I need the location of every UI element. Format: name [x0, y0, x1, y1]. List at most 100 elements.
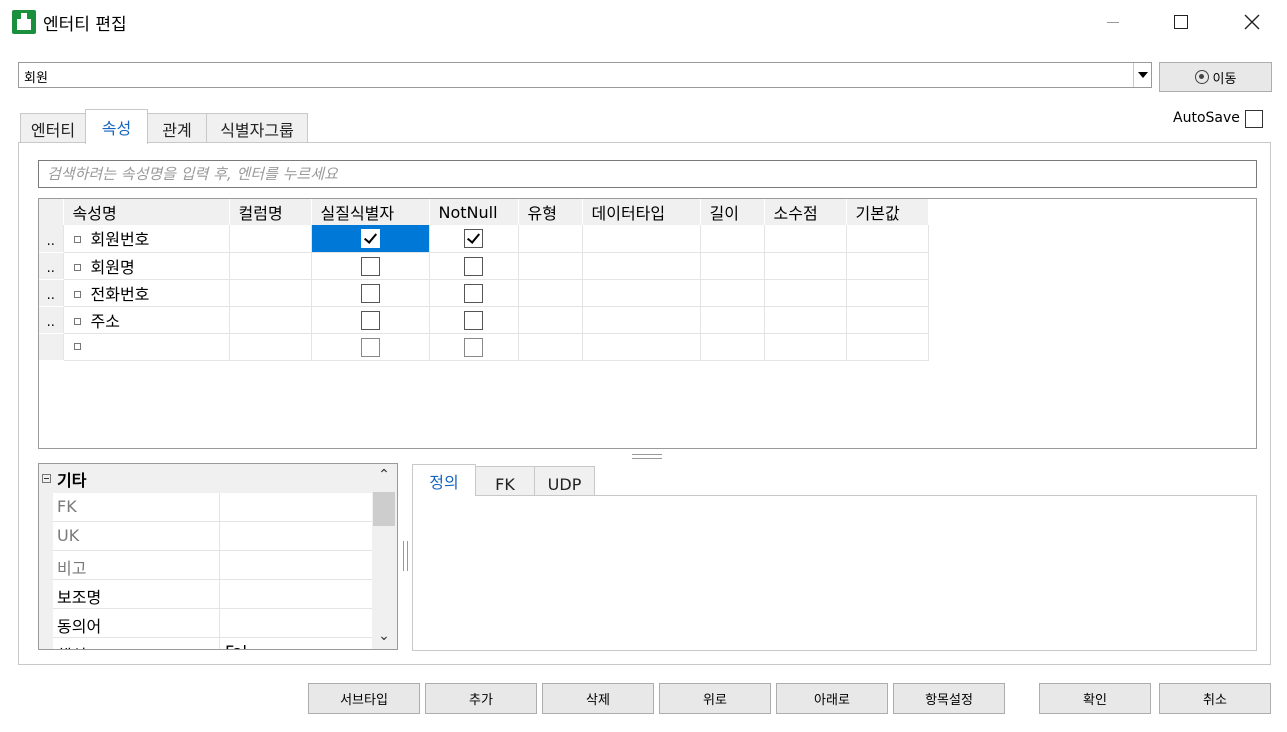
notnull-cell[interactable]: [429, 333, 519, 361]
tab-attributes[interactable]: 속성: [85, 109, 148, 144]
attribute-name-cell[interactable]: 회원명: [63, 252, 230, 280]
scroll-up-icon[interactable]: ⌃: [377, 468, 391, 482]
datatype-cell[interactable]: [582, 252, 701, 280]
search-input[interactable]: [39, 161, 1256, 187]
goto-button[interactable]: 이동: [1159, 62, 1272, 92]
maximize-button[interactable]: [1161, 6, 1201, 38]
default-cell[interactable]: [846, 252, 929, 280]
expand-icon[interactable]: [73, 290, 81, 298]
notnull-checkbox[interactable]: [464, 337, 483, 357]
type-cell[interactable]: [518, 333, 583, 361]
property-row[interactable]: 보조명: [53, 580, 373, 609]
identifier-checkbox[interactable]: [360, 283, 380, 303]
property-row[interactable]: FK: [53, 493, 373, 522]
move-up-button[interactable]: 위로: [659, 683, 771, 714]
scroll-down-icon[interactable]: ⌄: [377, 629, 391, 643]
autosave-checkbox[interactable]: [1245, 110, 1263, 128]
attribute-name-cell[interactable]: 주소: [63, 306, 230, 334]
property-row[interactable]: 동의어: [53, 609, 373, 638]
subtype-button[interactable]: 서브타입: [308, 683, 420, 714]
length-cell[interactable]: [700, 333, 765, 361]
property-value[interactable]: Fal: [225, 642, 247, 649]
col-header-type[interactable]: 유형: [518, 199, 583, 225]
col-header-identifier[interactable]: 실질식별자: [311, 199, 430, 225]
property-category[interactable]: 기타: [39, 464, 373, 493]
identifier-cell[interactable]: [311, 279, 430, 307]
default-cell[interactable]: [846, 333, 929, 361]
column-name-cell[interactable]: [229, 279, 312, 307]
datatype-cell[interactable]: [582, 279, 701, 307]
property-row[interactable]: UK: [53, 522, 373, 551]
col-header-scale[interactable]: 소수점: [764, 199, 847, 225]
datatype-cell[interactable]: [582, 306, 701, 334]
add-button[interactable]: 추가: [425, 683, 537, 714]
tab-relations[interactable]: 관계: [147, 113, 207, 143]
property-row[interactable]: 비고: [53, 551, 373, 580]
definition-textarea[interactable]: [412, 495, 1257, 651]
entity-select[interactable]: 회원: [18, 62, 1152, 88]
table-row[interactable]: .. 주소: [39, 306, 929, 334]
attribute-name-cell[interactable]: 전화번호: [63, 279, 230, 307]
row-header[interactable]: ..: [39, 279, 64, 307]
row-header[interactable]: ..: [39, 252, 64, 280]
identifier-cell[interactable]: [311, 252, 430, 280]
type-cell[interactable]: [518, 225, 583, 253]
identifier-cell[interactable]: [311, 333, 430, 361]
identifier-checkbox[interactable]: [360, 337, 380, 357]
table-row[interactable]: [39, 333, 929, 361]
default-cell[interactable]: [846, 306, 929, 334]
delete-button[interactable]: 삭제: [542, 683, 654, 714]
default-cell[interactable]: [846, 279, 929, 307]
expand-icon[interactable]: [73, 263, 81, 271]
col-header-length[interactable]: 길이: [700, 199, 765, 225]
notnull-checkbox[interactable]: [464, 229, 483, 249]
minimize-button[interactable]: [1093, 6, 1133, 38]
identifier-cell[interactable]: [311, 225, 430, 253]
property-row[interactable]: 핵심 Fal: [53, 638, 373, 649]
col-header-notnull[interactable]: NotNull: [429, 199, 519, 225]
notnull-cell[interactable]: [429, 225, 519, 253]
move-down-button[interactable]: 아래로: [776, 683, 888, 714]
column-name-cell[interactable]: [229, 225, 312, 253]
notnull-checkbox[interactable]: [464, 256, 483, 276]
scale-cell[interactable]: [764, 279, 847, 307]
row-header[interactable]: [39, 333, 64, 361]
tab-identifier-group[interactable]: 식별자그룹: [206, 113, 308, 143]
close-button[interactable]: [1232, 6, 1272, 38]
table-row[interactable]: .. 회원명: [39, 252, 929, 280]
identifier-cell[interactable]: [311, 306, 430, 334]
identifier-checkbox[interactable]: [360, 256, 380, 276]
expand-icon[interactable]: [73, 236, 81, 244]
col-header-name[interactable]: 속성명: [63, 199, 230, 225]
entity-select-dropdown[interactable]: [1133, 63, 1151, 87]
tab-fk[interactable]: FK: [475, 466, 535, 496]
default-cell[interactable]: [846, 225, 929, 253]
datatype-cell[interactable]: [582, 225, 701, 253]
col-header-column[interactable]: 컬럼명: [229, 199, 312, 225]
notnull-checkbox[interactable]: [464, 283, 483, 303]
datatype-cell[interactable]: [582, 333, 701, 361]
identifier-checkbox[interactable]: [360, 229, 380, 249]
tab-udp[interactable]: UDP: [534, 466, 595, 496]
collapse-icon[interactable]: [42, 474, 51, 483]
vertical-splitter[interactable]: [403, 541, 408, 571]
expand-icon[interactable]: [73, 317, 81, 325]
notnull-cell[interactable]: [429, 306, 519, 334]
table-row[interactable]: .. 회원번호: [39, 225, 929, 253]
notnull-cell[interactable]: [429, 279, 519, 307]
type-cell[interactable]: [518, 306, 583, 334]
col-header-default[interactable]: 기본값: [846, 199, 929, 225]
item-settings-button[interactable]: 항목설정: [893, 683, 1005, 714]
type-cell[interactable]: [518, 252, 583, 280]
column-name-cell[interactable]: [229, 252, 312, 280]
property-grid-scrollbar[interactable]: ⌃ ⌄: [372, 464, 397, 649]
length-cell[interactable]: [700, 306, 765, 334]
column-name-cell[interactable]: [229, 306, 312, 334]
length-cell[interactable]: [700, 252, 765, 280]
horizontal-splitter[interactable]: [632, 454, 662, 459]
attribute-search[interactable]: [38, 160, 1257, 188]
table-row[interactable]: .. 전화번호: [39, 279, 929, 307]
attribute-name-cell[interactable]: [63, 333, 230, 361]
notnull-checkbox[interactable]: [464, 310, 483, 330]
scrollbar-thumb[interactable]: [373, 492, 395, 526]
